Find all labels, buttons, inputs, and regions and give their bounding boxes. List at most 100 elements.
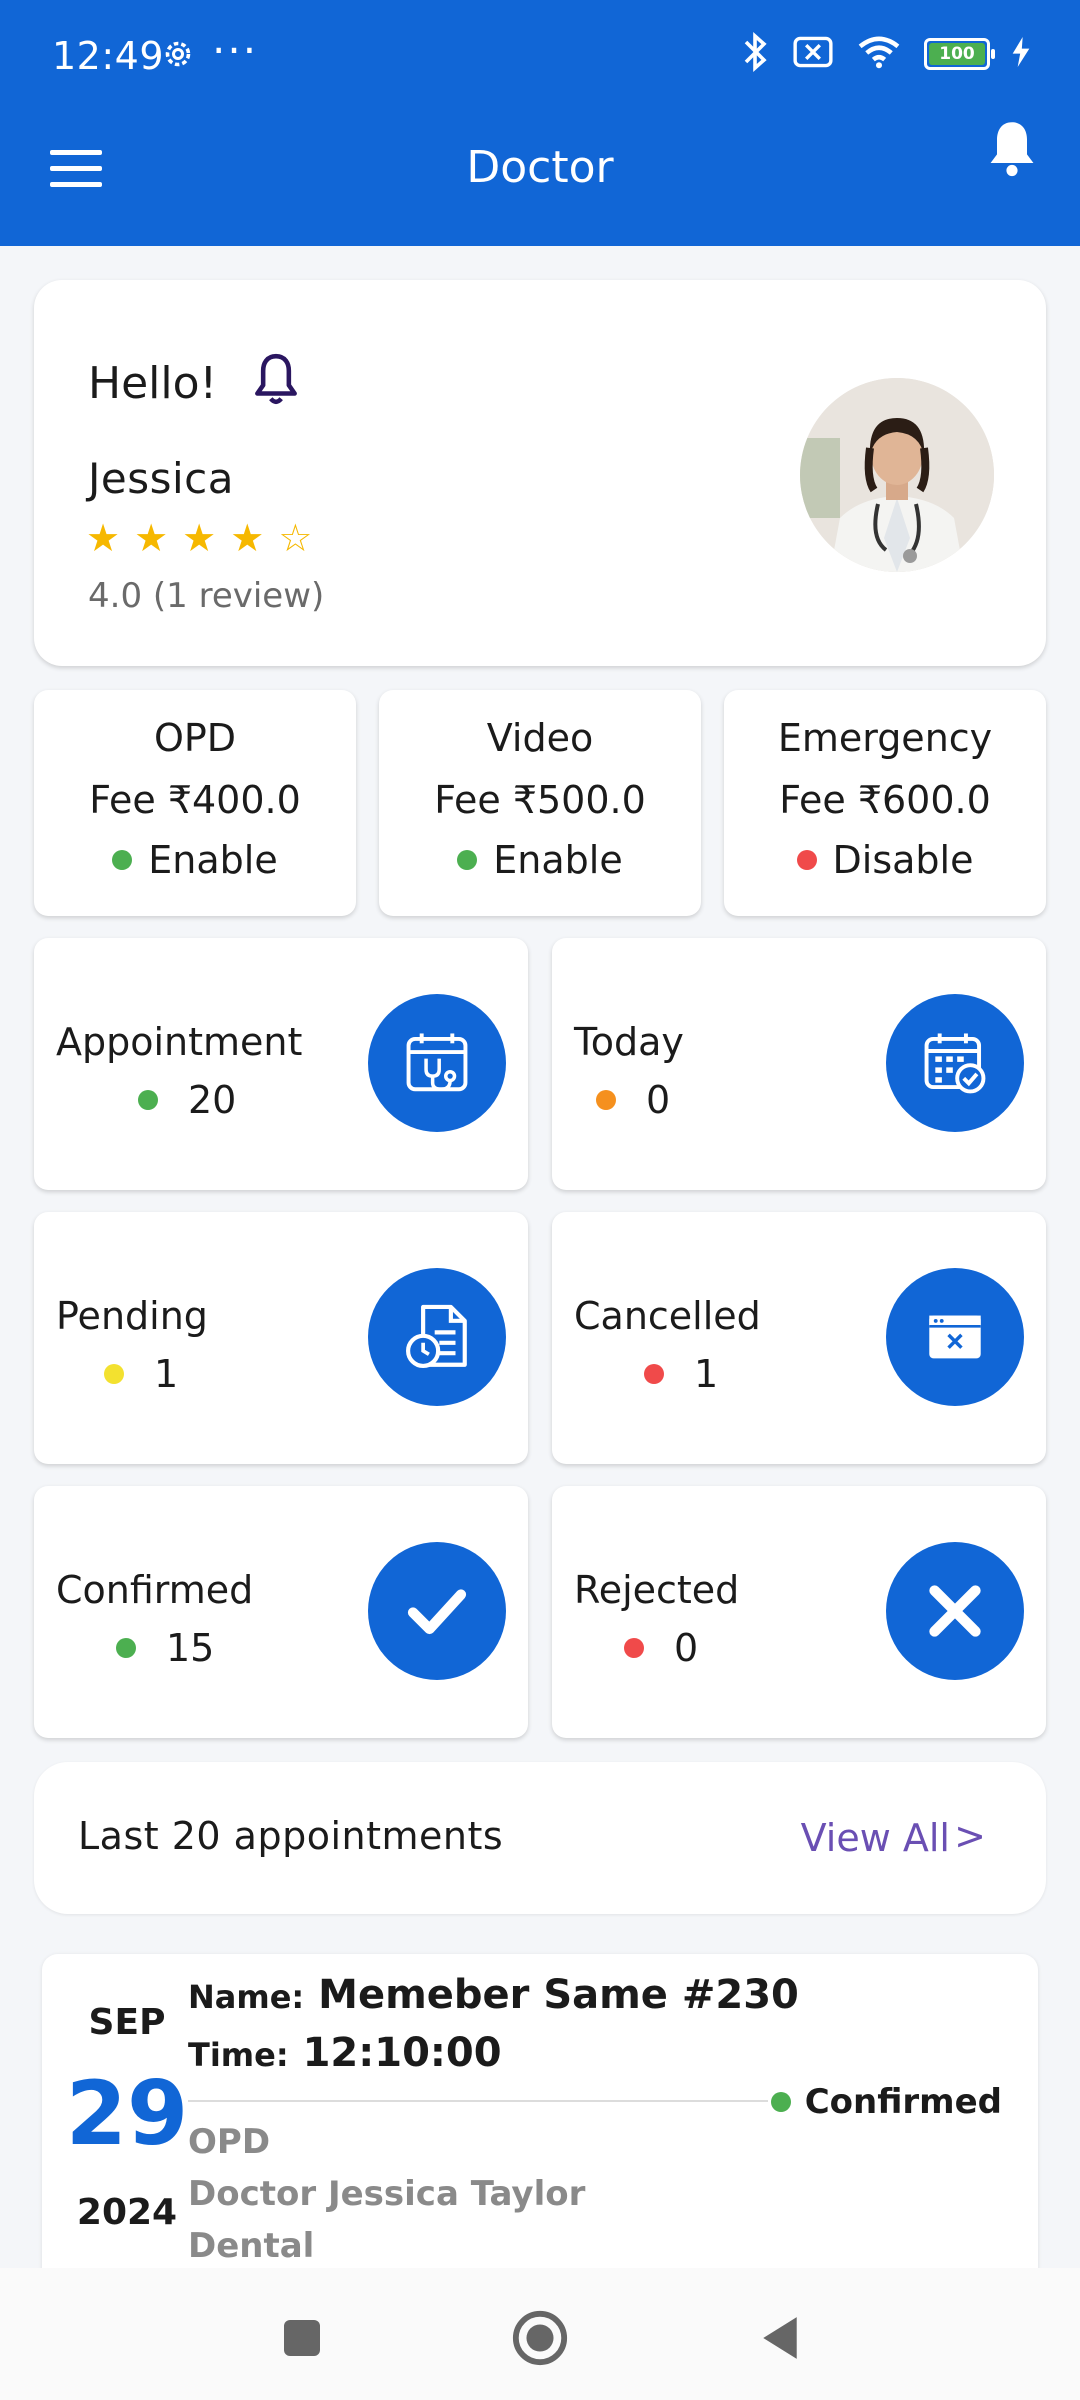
charging-bolt-icon bbox=[1012, 37, 1030, 71]
status-dot bbox=[104, 1364, 124, 1384]
status-dot bbox=[138, 1090, 158, 1110]
fee-amount: Fee ₹500.0 bbox=[434, 778, 646, 822]
wifi-icon bbox=[856, 35, 902, 73]
status-dot bbox=[624, 1638, 644, 1658]
fee-card-emergency[interactable]: Emergency Fee ₹600.0 Disable bbox=[724, 690, 1046, 916]
stat-count: 20 bbox=[188, 1078, 237, 1122]
stat-card-pending[interactable]: Pending 1 bbox=[34, 1212, 528, 1464]
appointment-time-row: Time: 12:10:00 bbox=[188, 2030, 502, 2076]
fee-card-video[interactable]: Video Fee ₹500.0 Enable bbox=[379, 690, 701, 916]
x-mark-icon bbox=[886, 1542, 1024, 1680]
patient-name: Memeber Same #230 bbox=[318, 1972, 799, 2018]
doctor-avatar[interactable] bbox=[800, 378, 994, 572]
stat-count: 0 bbox=[646, 1078, 671, 1122]
appointment-month: SEP bbox=[88, 2002, 166, 2043]
fee-type: OPD bbox=[153, 716, 237, 760]
stat-card-rejected[interactable]: Rejected 0 bbox=[552, 1486, 1046, 1738]
star-filled-icon: ★ bbox=[230, 516, 265, 560]
time-label: Time: bbox=[188, 2036, 289, 2074]
divider bbox=[188, 2100, 768, 2102]
star-filled-icon: ★ bbox=[182, 516, 217, 560]
checkmark-icon bbox=[368, 1542, 506, 1680]
appointment-card[interactable]: SEP 29 2024 Name: Memeber Same #230 Time… bbox=[42, 1954, 1038, 2284]
fee-status: Disable bbox=[724, 838, 1046, 882]
status-bar: 12:49 ··· 100 bbox=[0, 0, 1080, 110]
status-dot bbox=[770, 2092, 791, 2112]
more-notifications-icon: ··· bbox=[212, 26, 259, 75]
bluetooth-icon bbox=[742, 31, 770, 76]
stat-value: 15 bbox=[116, 1626, 214, 1670]
app-header: 12:49 ··· 100 Doctor bbox=[0, 0, 1080, 246]
profile-card: Hello! Jessica ★ ★ ★ ★ ☆ 4.0 (1 review) bbox=[34, 280, 1046, 666]
calendar-stethoscope-icon bbox=[368, 994, 506, 1132]
stat-count: 0 bbox=[674, 1626, 699, 1670]
system-navigation-bar bbox=[0, 2268, 1080, 2400]
status-icons: 100 bbox=[742, 31, 1030, 76]
bell-outline-icon[interactable] bbox=[250, 350, 302, 412]
star-filled-icon: ★ bbox=[134, 516, 169, 560]
window-close-icon bbox=[886, 1268, 1024, 1406]
appointment-status-label: Confirmed bbox=[804, 2082, 1002, 2122]
stat-label: Confirmed bbox=[56, 1568, 254, 1612]
stat-value: 1 bbox=[104, 1352, 178, 1396]
rating-stars: ★ ★ ★ ★ ☆ bbox=[86, 516, 312, 560]
name-label: Name: bbox=[188, 1978, 305, 2016]
star-filled-icon: ★ bbox=[86, 516, 121, 560]
stat-value: 0 bbox=[596, 1078, 670, 1122]
status-dot bbox=[596, 1090, 616, 1110]
status-time: 12:49 bbox=[52, 34, 165, 78]
view-all-link[interactable]: View All bbox=[801, 1816, 950, 1860]
stat-value: 0 bbox=[624, 1626, 698, 1670]
appointment-doctor: Doctor Jessica Taylor bbox=[188, 2174, 586, 2214]
stat-count: 1 bbox=[154, 1352, 179, 1396]
chevron-right-icon[interactable]: > bbox=[954, 1814, 986, 1858]
battery-level: 100 bbox=[929, 43, 985, 65]
stat-card-appointment[interactable]: Appointment 20 bbox=[34, 938, 528, 1190]
notification-bell-icon[interactable] bbox=[986, 118, 1038, 182]
status-dot bbox=[644, 1364, 664, 1384]
appointment-status: Confirmed bbox=[770, 2082, 1002, 2122]
appointment-time: 12:10:00 bbox=[302, 2030, 502, 2076]
stat-label: Pending bbox=[56, 1294, 208, 1338]
fee-status-label: Enable bbox=[148, 838, 278, 882]
star-outline-icon: ☆ bbox=[278, 516, 313, 560]
appointment-year: 2024 bbox=[76, 2192, 178, 2233]
home-button[interactable] bbox=[508, 2306, 572, 2370]
fee-status: Enable bbox=[34, 838, 356, 882]
last-appointments-header: Last 20 appointments View All > bbox=[34, 1762, 1046, 1914]
stat-count: 1 bbox=[694, 1352, 719, 1396]
stat-value: 20 bbox=[138, 1078, 236, 1122]
stat-label: Cancelled bbox=[574, 1294, 761, 1338]
doctor-name: Jessica bbox=[88, 454, 234, 503]
fee-amount: Fee ₹400.0 bbox=[89, 778, 301, 822]
appointment-day: 29 bbox=[65, 2062, 189, 2165]
calendar-check-icon bbox=[886, 994, 1024, 1132]
greeting-text: Hello! bbox=[88, 358, 218, 409]
status-dot bbox=[116, 1638, 136, 1658]
stat-label: Today bbox=[574, 1020, 684, 1064]
stat-value: 1 bbox=[644, 1352, 718, 1396]
no-sim-icon bbox=[792, 35, 834, 73]
stat-count: 15 bbox=[166, 1626, 215, 1670]
fee-type: Emergency bbox=[777, 716, 993, 760]
stat-label: Appointment bbox=[56, 1020, 303, 1064]
status-dot bbox=[457, 850, 478, 870]
appointment-department: Dental bbox=[188, 2226, 315, 2266]
section-title: Last 20 appointments bbox=[78, 1814, 504, 1858]
appointment-type: OPD bbox=[188, 2122, 271, 2162]
stat-label: Rejected bbox=[574, 1568, 740, 1612]
fee-type: Video bbox=[486, 716, 594, 760]
fee-amount: Fee ₹600.0 bbox=[779, 778, 991, 822]
stat-card-confirmed[interactable]: Confirmed 15 bbox=[34, 1486, 528, 1738]
back-button[interactable] bbox=[748, 2306, 812, 2370]
settings-gear-icon bbox=[160, 36, 196, 76]
recent-apps-button[interactable] bbox=[270, 2306, 334, 2370]
stat-card-cancelled[interactable]: Cancelled 1 bbox=[552, 1212, 1046, 1464]
fee-card-opd[interactable]: OPD Fee ₹400.0 Enable bbox=[34, 690, 356, 916]
status-dot bbox=[796, 850, 817, 870]
fee-status: Enable bbox=[379, 838, 701, 882]
stat-card-today[interactable]: Today 0 bbox=[552, 938, 1046, 1190]
page-title: Doctor bbox=[466, 142, 614, 193]
battery-indicator: 100 bbox=[924, 38, 995, 70]
document-clock-icon bbox=[368, 1268, 506, 1406]
